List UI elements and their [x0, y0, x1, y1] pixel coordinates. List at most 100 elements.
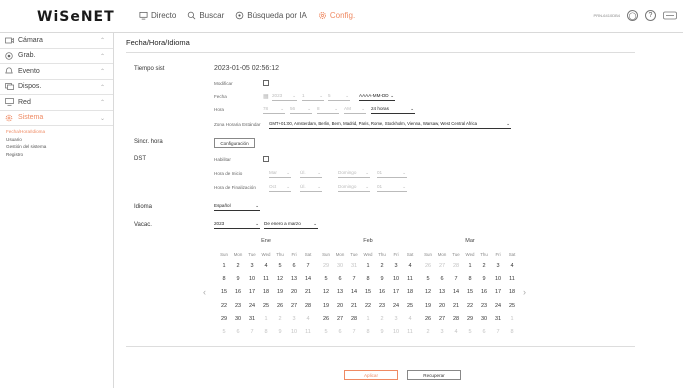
calendar-day[interactable]: 23 [231, 299, 245, 312]
user-icon[interactable]: ◯ [627, 10, 638, 21]
calendar-day[interactable]: 9 [231, 272, 245, 285]
dst-start-day-select[interactable]: Domingo ⌄ [338, 170, 370, 178]
calendar-day[interactable]: 16 [231, 286, 245, 299]
calendar-day[interactable]: 30 [231, 312, 245, 325]
calendar-day[interactable]: 15 [463, 286, 477, 299]
dst-end-day-select[interactable]: Domingo ⌄ [338, 184, 370, 192]
apply-button[interactable]: Aplicar [344, 370, 398, 380]
dst-end-week-select[interactable]: Úl. ⌄ [300, 184, 322, 192]
calendar-day[interactable]: 31 [491, 312, 505, 325]
time-minute-select[interactable]: 56 ⌄ [290, 106, 312, 114]
calendar-day[interactable]: 20 [435, 299, 449, 312]
calendar-day[interactable]: 4 [505, 259, 519, 272]
calendar-day[interactable]: 1 [217, 259, 231, 272]
calendar-day[interactable]: 15 [361, 286, 375, 299]
calendar-day[interactable]: 2 [477, 259, 491, 272]
calendar-day[interactable]: 24 [491, 299, 505, 312]
dst-start-month-select[interactable]: Mar ⌄ [269, 170, 291, 178]
calendar-day[interactable]: 27 [287, 299, 301, 312]
calendar-day[interactable]: 1 [361, 259, 375, 272]
calendar-day[interactable]: 28 [449, 312, 463, 325]
calendar-day[interactable]: 12 [319, 286, 333, 299]
calendar-day[interactable]: 10 [389, 272, 403, 285]
calendar-day[interactable]: 22 [463, 299, 477, 312]
language-select[interactable]: Español ⌄ [214, 203, 260, 211]
calendar-day[interactable]: 6 [287, 259, 301, 272]
calendar-day[interactable]: 8 [361, 272, 375, 285]
calendar-day[interactable]: 21 [449, 299, 463, 312]
sidebar-item-camera[interactable]: Cámara ⌃ [0, 33, 113, 49]
sidebar-item-network[interactable]: Red ⌃ [0, 95, 113, 111]
calendar-day[interactable]: 8 [463, 272, 477, 285]
calendar-day[interactable]: 11 [259, 272, 273, 285]
calendar-day[interactable]: 4 [259, 259, 273, 272]
calendar-day[interactable]: 14 [449, 286, 463, 299]
dst-start-hour-select[interactable]: 01 ⌄ [377, 170, 407, 178]
dst-start-week-select[interactable]: Úl. ⌄ [300, 170, 322, 178]
calendar-icon[interactable]: ▦ [263, 93, 269, 100]
calendar-day[interactable]: 8 [217, 272, 231, 285]
calendar-day[interactable]: 7 [301, 259, 315, 272]
calendar-day[interactable]: 26 [273, 299, 287, 312]
calendar-day[interactable]: 6 [435, 272, 449, 285]
calendar-day[interactable]: 20 [333, 299, 347, 312]
calendar-day[interactable]: 3 [389, 259, 403, 272]
time-mode-select[interactable]: 24 horas ⌄ [371, 106, 415, 114]
calendar-day[interactable]: 21 [301, 286, 315, 299]
calendar-day[interactable]: 6 [333, 272, 347, 285]
calendar-day[interactable]: 26 [319, 312, 333, 325]
calendar-day[interactable]: 4 [403, 259, 417, 272]
calendar-day[interactable]: 28 [301, 299, 315, 312]
calendar-day[interactable]: 5 [319, 272, 333, 285]
submenu-system-management[interactable]: Gestión del sistema [6, 144, 113, 152]
calendar-day[interactable]: 31 [245, 312, 259, 325]
date-year-select[interactable]: 2023 ⌄ [272, 93, 297, 101]
nav-ai-search[interactable]: Búsqueda por IA [235, 11, 307, 20]
holiday-range-select[interactable]: De enero a marzo ⌄ [264, 221, 318, 229]
calendar-day[interactable]: 13 [435, 286, 449, 299]
calendar-day[interactable]: 7 [449, 272, 463, 285]
dst-enable-checkbox[interactable] [263, 156, 269, 162]
recover-button[interactable]: Recuperar [407, 370, 461, 380]
calendar-day[interactable]: 25 [403, 299, 417, 312]
calendar-day[interactable]: 22 [217, 299, 231, 312]
calendar-day[interactable]: 29 [217, 312, 231, 325]
calendar-day[interactable]: 13 [287, 272, 301, 285]
calendar-day[interactable]: 9 [375, 272, 389, 285]
calendar-day[interactable]: 30 [477, 312, 491, 325]
sidebar-item-event[interactable]: Evento ⌃ [0, 64, 113, 80]
date-day-select[interactable]: 5 ⌄ [328, 93, 350, 101]
calendar-day[interactable]: 5 [273, 259, 287, 272]
calendar-day[interactable]: 19 [421, 299, 435, 312]
calendar-day[interactable]: 18 [403, 286, 417, 299]
calendar-day[interactable]: 1 [463, 259, 477, 272]
calendar-day[interactable]: 7 [347, 272, 361, 285]
dst-end-hour-select[interactable]: 01 ⌄ [377, 184, 407, 192]
submenu-user[interactable]: Usuario [6, 137, 113, 145]
sidebar-item-system[interactable]: Sistema ⌄ [0, 111, 113, 126]
calendar-day[interactable]: 21 [347, 299, 361, 312]
calendar-day[interactable]: 25 [259, 299, 273, 312]
nav-config[interactable]: Config. [318, 11, 355, 20]
holiday-year-select[interactable]: 2023 ⌄ [214, 221, 260, 229]
next-month-icon[interactable]: › [523, 287, 526, 297]
calendar-day[interactable]: 16 [375, 286, 389, 299]
calendar-day[interactable]: 14 [301, 272, 315, 285]
calendar-day[interactable]: 5 [421, 272, 435, 285]
dst-end-month-select[interactable]: Oct ⌄ [269, 184, 291, 192]
sidebar-item-record[interactable]: Grab. ⌃ [0, 49, 113, 64]
calendar-day[interactable]: 12 [273, 272, 287, 285]
calendar-day[interactable]: 15 [217, 286, 231, 299]
calendar-day[interactable]: 11 [403, 272, 417, 285]
calendar-day[interactable]: 27 [435, 312, 449, 325]
calendar-day[interactable]: 28 [347, 312, 361, 325]
date-format-select[interactable]: AAAA-MM-DD ⌄ [359, 93, 395, 101]
calendar-day[interactable]: 17 [245, 286, 259, 299]
nav-search[interactable]: Buscar [187, 11, 224, 20]
calendar-day[interactable]: 26 [421, 312, 435, 325]
calendar-day[interactable]: 10 [491, 272, 505, 285]
calendar-day[interactable]: 25 [505, 299, 519, 312]
prev-month-icon[interactable]: ‹ [203, 287, 206, 297]
calendar-day[interactable]: 24 [389, 299, 403, 312]
calendar-day[interactable]: 29 [463, 312, 477, 325]
